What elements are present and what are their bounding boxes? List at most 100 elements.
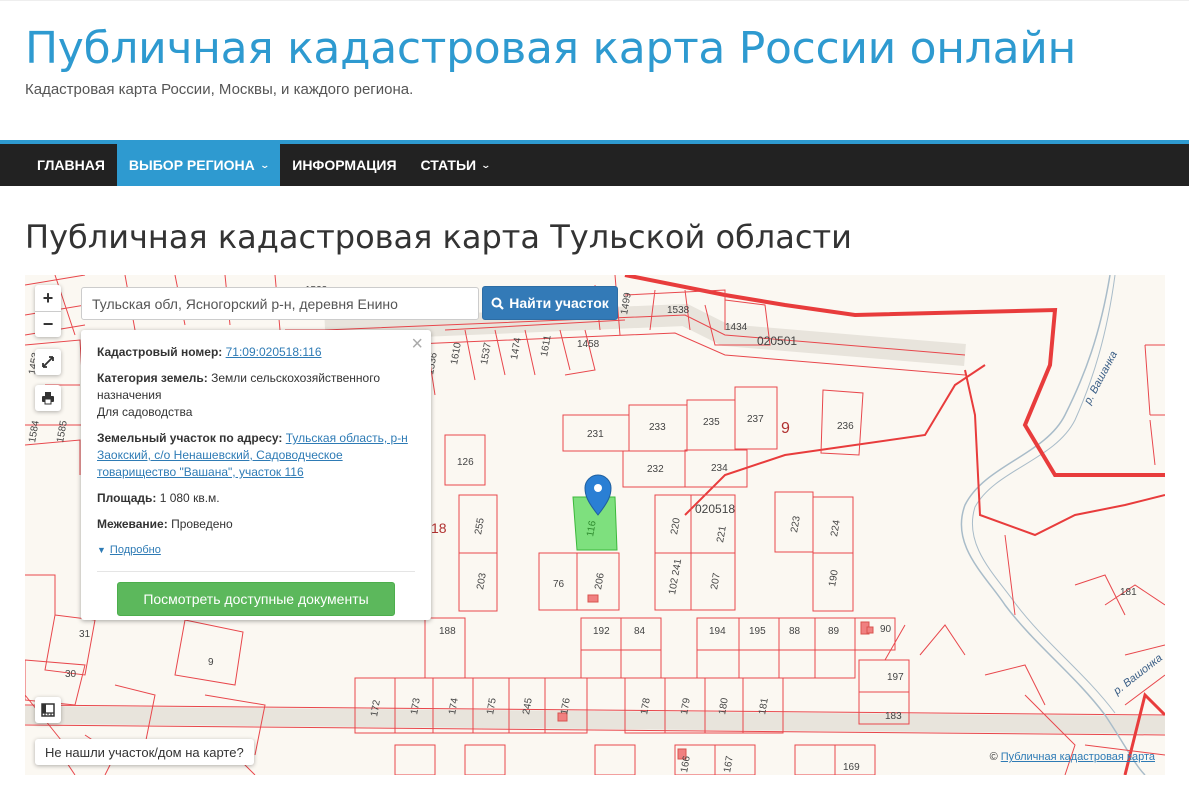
parcel-label: 169 (843, 762, 860, 773)
land-category-label: Категория земель: (97, 371, 208, 385)
parcel-label: 188 (439, 626, 456, 637)
parcel-label: 1585 (55, 419, 70, 443)
parcel-label: 9 (781, 420, 790, 437)
nav-item-articles[interactable]: СТАТЬИ ⌄ (409, 144, 502, 186)
ruler-icon (41, 703, 55, 717)
print-button[interactable] (35, 385, 61, 411)
parcel-label: 166 (679, 755, 693, 774)
chevron-down-icon: ⌄ (259, 159, 270, 170)
nav-item-information[interactable]: ИНФОРМАЦИЯ (280, 144, 408, 186)
main-navigation: ГЛАВНАЯ ВЫБОР РЕГИОНА ⌄ ИНФОРМАЦИЯ СТАТЬИ… (0, 144, 1189, 186)
river-label: р. Вашанка (1082, 349, 1120, 407)
nav-item-label: ГЛАВНАЯ (37, 157, 105, 173)
parcel-label: 167 (722, 755, 736, 774)
parcel-label: 234 (711, 463, 728, 474)
find-parcel-button[interactable]: Найти участок (482, 286, 618, 320)
land-use-value: Для садоводства (97, 405, 193, 419)
expand-icon (42, 356, 54, 368)
parcel-label: 1610 (449, 341, 464, 365)
boundary-line (624, 275, 1165, 477)
parcel-label: 181 (1120, 587, 1137, 598)
caret-down-icon: ▼ (97, 545, 106, 555)
nav-item-label: СТАТЬИ (420, 157, 477, 173)
nav-item-home[interactable]: ГЛАВНАЯ (25, 144, 117, 186)
parcel-label: 207 (709, 572, 723, 591)
area-label: Площадь: (97, 491, 157, 505)
parcel-label: 255 (473, 517, 487, 536)
parcel-label: 1434 (725, 322, 748, 333)
parcel-label: 102 241 (667, 558, 684, 596)
parcel-label: 221 (715, 525, 729, 544)
site-header: Публичная кадастровая карта России онлай… (0, 0, 1189, 140)
nav-item-label: ВЫБОР РЕГИОНА (128, 157, 255, 173)
attribution-prefix: © (989, 751, 998, 763)
attribution-link[interactable]: Публичная кадастровая карта (1001, 751, 1155, 763)
survey-value: Проведено (171, 517, 233, 531)
view-documents-button[interactable]: Посмотреть доступные документы (117, 582, 395, 616)
cad-number-link[interactable]: 71:09:020518:116 (226, 345, 322, 359)
parcel-label: 206 (593, 572, 607, 591)
parcel-label: 1584 (27, 419, 42, 443)
parcel-info-popup: × Кадастровый номер: 71:09:020518:116 Ка… (81, 330, 431, 620)
details-toggle-label: Подробно (109, 544, 161, 556)
chevron-down-icon: ⌄ (480, 159, 492, 170)
parcel-label: 233 (649, 422, 666, 433)
parcel-label: 195 (749, 626, 766, 637)
cad-number-label: Кадастровый номер: (97, 345, 223, 359)
zoom-in-button[interactable]: + (35, 285, 61, 311)
search-icon (491, 297, 504, 310)
parcel-label: 190 (827, 569, 841, 588)
parcel-label: 89 (828, 626, 840, 637)
nav-item-label: ИНФОРМАЦИЯ (292, 157, 397, 173)
quarter-label: 020501 (757, 334, 797, 348)
site-title[interactable]: Публичная кадастровая карта России онлай… (25, 23, 1076, 74)
parcel-label: 232 (647, 464, 664, 475)
ruler-button[interactable] (35, 697, 61, 723)
parcel-label: 236 (837, 421, 854, 432)
parcel-label: 237 (747, 414, 764, 425)
parcel-label: 203 (475, 572, 489, 591)
cadastral-map[interactable]: 1538 1434 1458 1610 1537 1474 1611 1536 … (25, 275, 1165, 775)
parcel-label: 18 (431, 520, 447, 536)
quarter-label: 020518 (695, 502, 735, 516)
fullscreen-button[interactable] (35, 349, 61, 375)
page-heading: Публичная кадастровая карта Тульской обл… (25, 218, 852, 256)
parcel-label: 194 (709, 626, 726, 637)
address-label: Земельный участок по адресу: (97, 431, 283, 445)
parcel-label: 224 (829, 519, 843, 538)
not-found-button[interactable]: Не нашли участок/дом на карте? (35, 739, 254, 765)
details-toggle[interactable]: ▼ Подробно (97, 542, 415, 559)
parcel-label: 192 (593, 626, 610, 637)
parcel-label: 30 (65, 669, 77, 680)
river-label: р. Вашонка (1111, 652, 1165, 698)
parcel-label: 31 (79, 629, 91, 640)
parcel-label: 197 (887, 672, 904, 683)
parcel-label: 231 (587, 429, 604, 440)
parcel-label: 90 (880, 624, 892, 635)
parcel-label: 220 (669, 517, 683, 536)
parcel-label: 183 (885, 711, 902, 722)
road (25, 706, 1165, 734)
parcel-label: 88 (789, 626, 801, 637)
parcel-label: 9 (208, 657, 214, 668)
site-tagline: Кадастровая карта России, Москвы, и кажд… (25, 81, 414, 98)
parcel-label: 126 (457, 457, 474, 468)
parcel-label: 1537 (479, 341, 494, 365)
zoom-control: + − (35, 285, 61, 337)
parcel-label: 223 (789, 515, 803, 534)
print-icon (42, 392, 54, 405)
find-parcel-label: Найти участок (509, 295, 609, 311)
zoom-out-button[interactable]: − (35, 311, 61, 337)
parcel-label: 1611 (539, 334, 554, 358)
area-value: 1 080 кв.м. (159, 491, 220, 505)
nav-item-region-select[interactable]: ВЫБОР РЕГИОНА ⌄ (116, 144, 281, 186)
map-attribution: © Публичная кадастровая карта (990, 751, 1155, 763)
parcel-label: 1458 (577, 339, 600, 350)
address-search-input[interactable] (81, 287, 479, 320)
parcel-label: 84 (634, 626, 646, 637)
survey-label: Межевание: (97, 517, 168, 531)
parcel-label: 76 (553, 579, 565, 590)
parcel-label: 1538 (667, 305, 690, 316)
close-icon[interactable]: × (411, 334, 423, 354)
popup-divider (97, 571, 415, 572)
